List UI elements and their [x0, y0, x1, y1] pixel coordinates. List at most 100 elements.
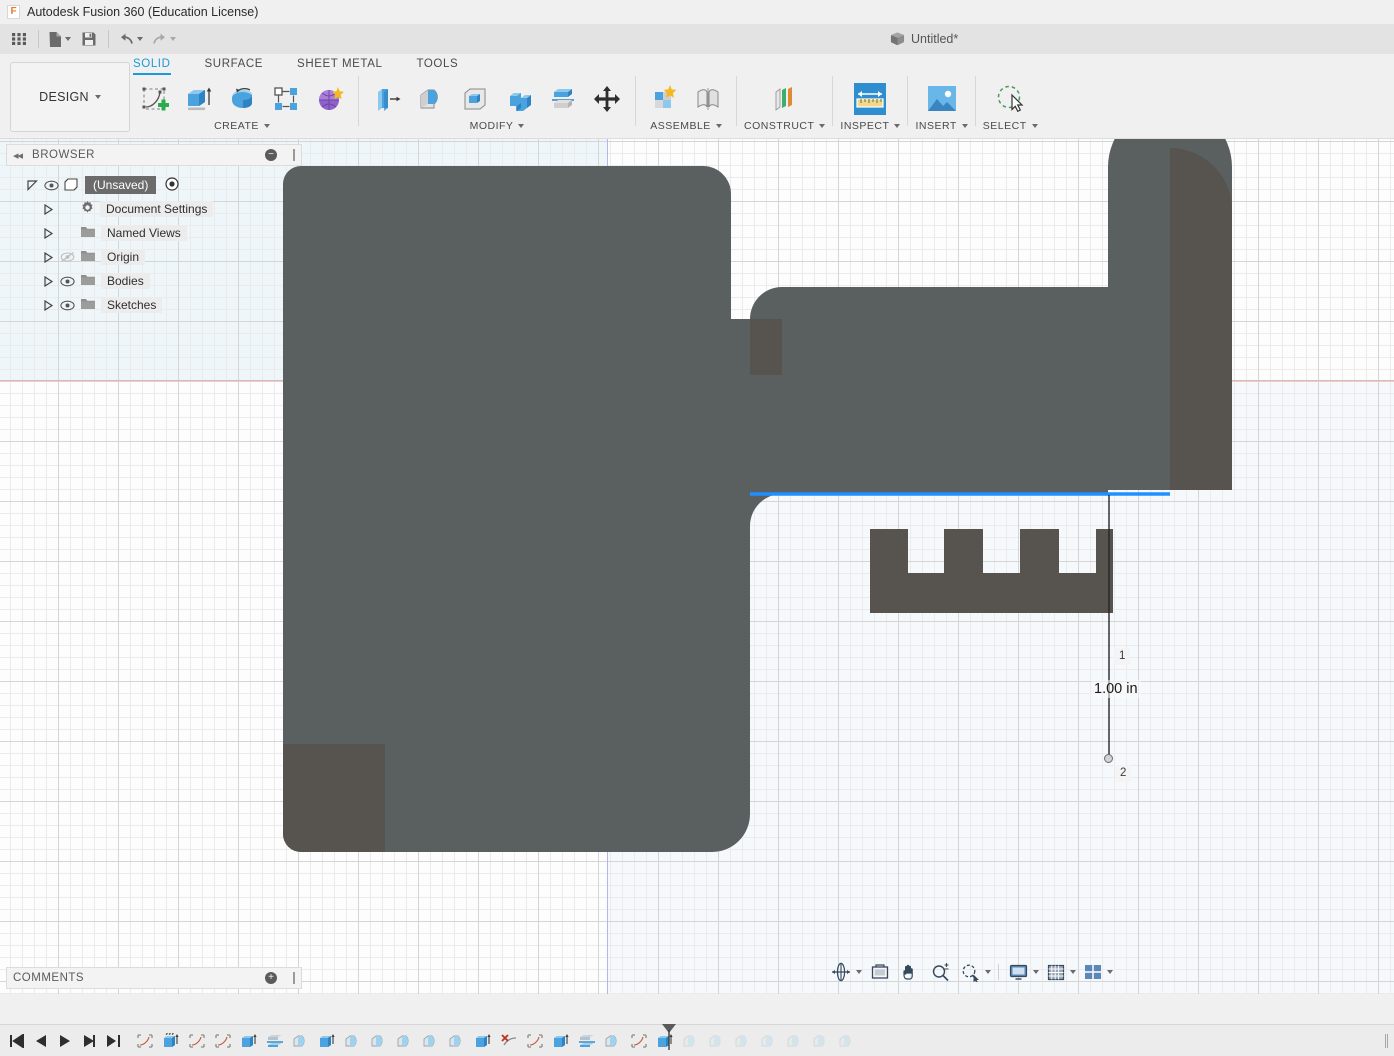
group-insert-label[interactable]: INSERT	[915, 121, 968, 132]
timeline-item[interactable]	[756, 1028, 782, 1054]
play-button[interactable]	[54, 1030, 76, 1052]
timeline-item[interactable]	[678, 1028, 704, 1054]
step-back-button[interactable]	[30, 1030, 52, 1052]
visibility-eye-icon[interactable]	[59, 298, 75, 312]
timeline-item[interactable]	[288, 1028, 314, 1054]
zoom-button[interactable]	[928, 959, 953, 985]
eye-off-icon[interactable]	[59, 250, 75, 264]
timeline-item[interactable]	[418, 1028, 444, 1054]
combine-icon[interactable]	[498, 77, 540, 121]
timeline-item[interactable]	[600, 1028, 626, 1054]
revolve-icon[interactable]	[221, 77, 263, 121]
create-sketch-icon[interactable]	[133, 77, 175, 121]
look-at-button[interactable]	[867, 959, 893, 985]
timeline-item[interactable]	[782, 1028, 808, 1054]
insert-image-icon[interactable]	[921, 77, 963, 121]
grid-snaps-caret-icon[interactable]	[1070, 970, 1076, 974]
display-settings-button[interactable]	[1006, 959, 1031, 985]
tab-surface[interactable]: SURFACE	[205, 54, 264, 73]
tree-node-bodies[interactable]: Bodies	[6, 269, 302, 293]
timeline-item[interactable]	[522, 1028, 548, 1054]
step-forward-button[interactable]	[78, 1030, 100, 1052]
expand-arrow-icon[interactable]	[42, 275, 54, 287]
timeline-item-current[interactable]	[652, 1023, 678, 1054]
tree-node-named-views[interactable]: Named Views	[6, 221, 302, 245]
timeline-item[interactable]	[704, 1028, 730, 1054]
comments-resize-grip[interactable]	[293, 972, 295, 984]
shell-icon[interactable]	[454, 77, 496, 121]
joint-icon[interactable]	[687, 77, 729, 121]
expand-arrow-icon[interactable]	[42, 203, 54, 215]
offset-plane-icon[interactable]	[764, 77, 806, 121]
workspace-selector[interactable]: DESIGN	[10, 62, 130, 132]
timeline-item[interactable]	[392, 1028, 418, 1054]
expand-arrow-icon[interactable]	[42, 227, 54, 239]
tree-node-origin[interactable]: Origin	[6, 245, 302, 269]
timeline-item[interactable]	[730, 1028, 756, 1054]
timeline-item[interactable]	[314, 1028, 340, 1054]
expand-arrow-icon[interactable]	[42, 299, 54, 311]
tab-solid[interactable]: SOLID	[133, 54, 171, 75]
timeline-item[interactable]	[808, 1028, 834, 1054]
visibility-eye-icon[interactable]	[59, 274, 75, 288]
tree-node-root[interactable]: (Unsaved)	[6, 173, 302, 197]
zoom-window-caret-icon[interactable]	[985, 970, 991, 974]
form-icon[interactable]	[309, 77, 351, 121]
split-face-icon[interactable]	[542, 77, 584, 121]
document-tab[interactable]: Untitled*	[880, 24, 968, 54]
go-to-end-button[interactable]	[102, 1030, 124, 1052]
new-component-icon[interactable]	[643, 77, 685, 121]
timeline-item[interactable]	[262, 1028, 288, 1054]
browser-resize-grip[interactable]	[293, 149, 295, 161]
timeline-item[interactable]	[132, 1028, 158, 1054]
timeline-item[interactable]	[236, 1028, 262, 1054]
visibility-eye-icon[interactable]	[43, 178, 59, 192]
extrude-icon[interactable]	[177, 77, 219, 121]
move-copy-icon[interactable]	[586, 77, 628, 121]
timeline-item[interactable]	[184, 1028, 210, 1054]
viewports-button[interactable]	[1081, 959, 1105, 985]
orbit-button[interactable]	[828, 959, 854, 985]
group-assemble-label[interactable]: ASSEMBLE	[650, 121, 722, 132]
group-select-label[interactable]: SELECT	[983, 121, 1038, 132]
group-inspect-label[interactable]: INSPECT	[840, 121, 901, 132]
timeline-item[interactable]	[444, 1028, 470, 1054]
orbit-caret-icon[interactable]	[856, 970, 862, 974]
expand-arrow-icon[interactable]	[42, 251, 54, 263]
dimension-marker-1[interactable]: 1	[1114, 648, 1131, 665]
group-create-label[interactable]: CREATE	[214, 121, 270, 132]
timeline-item[interactable]	[210, 1028, 236, 1054]
dimension-marker-2[interactable]: 2	[1115, 765, 1132, 782]
press-pull-icon[interactable]	[366, 77, 408, 121]
timeline-item[interactable]	[574, 1028, 600, 1054]
timeline-item[interactable]	[158, 1028, 184, 1054]
timeline-item[interactable]	[470, 1028, 496, 1054]
expand-arrow-icon[interactable]	[26, 179, 38, 191]
timeline-item[interactable]	[834, 1028, 860, 1054]
show-data-panel-button[interactable]	[6, 26, 32, 52]
group-modify-label[interactable]: MODIFY	[470, 121, 525, 132]
dimension-value[interactable]: 1.00 in	[1091, 680, 1141, 698]
redo-button[interactable]	[148, 26, 179, 52]
browser-collapse-icon[interactable]: ◂◂	[13, 149, 23, 162]
timeline-resize-grip[interactable]	[1385, 1033, 1388, 1048]
tree-node-sketches[interactable]: Sketches	[6, 293, 302, 317]
timeline-item[interactable]	[340, 1028, 366, 1054]
pattern-icon[interactable]	[265, 77, 307, 121]
viewports-caret-icon[interactable]	[1107, 970, 1113, 974]
tab-sheet-metal[interactable]: SHEET METAL	[297, 54, 382, 73]
select-icon[interactable]	[989, 77, 1031, 121]
timeline-item[interactable]	[626, 1028, 652, 1054]
undo-button[interactable]	[115, 26, 146, 52]
zoom-window-button[interactable]	[958, 959, 983, 985]
timeline-item[interactable]	[496, 1028, 522, 1054]
go-to-beginning-button[interactable]	[6, 1030, 28, 1052]
pan-button[interactable]	[898, 959, 923, 985]
add-comment-button[interactable]: +	[265, 972, 277, 984]
file-menu-button[interactable]	[45, 26, 74, 52]
activate-radio-icon[interactable]	[165, 176, 179, 194]
timeline-item[interactable]	[366, 1028, 392, 1054]
display-settings-caret-icon[interactable]	[1033, 970, 1039, 974]
measure-icon[interactable]	[849, 77, 891, 121]
tree-node-document-settings[interactable]: Document Settings	[6, 197, 302, 221]
